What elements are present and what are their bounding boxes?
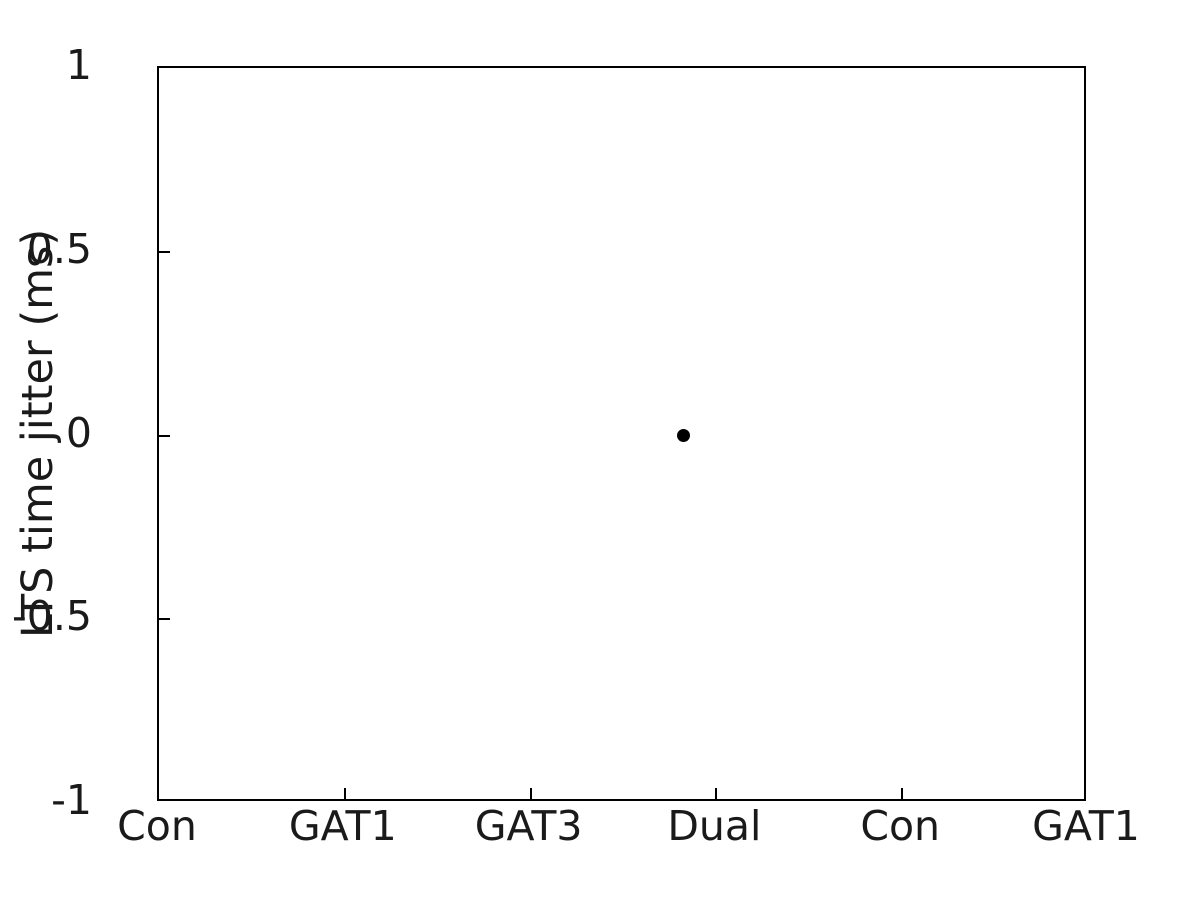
x-tick-label: GAT1 <box>1032 802 1140 850</box>
y-tick-label: 1 <box>65 41 92 89</box>
y-tick-label: -0.5 <box>12 592 92 641</box>
x-tick-mark <box>529 788 532 799</box>
data-point <box>677 429 691 442</box>
x-tick-mark <box>715 788 718 799</box>
y-tick-mark <box>159 250 170 253</box>
x-tick-mark <box>901 788 904 799</box>
figure-canvas: LTS time jitter (ms) 1 0.5 0 -0.5 -1 Con GAT1… <box>0 0 1200 900</box>
y-tick-mark <box>159 618 170 621</box>
x-tick-mark <box>343 788 346 799</box>
y-tick-label: 0 <box>65 408 92 457</box>
y-tick-mark <box>159 434 170 437</box>
y-tick-label: 0.5 <box>26 224 92 273</box>
plot-area <box>157 66 1086 801</box>
